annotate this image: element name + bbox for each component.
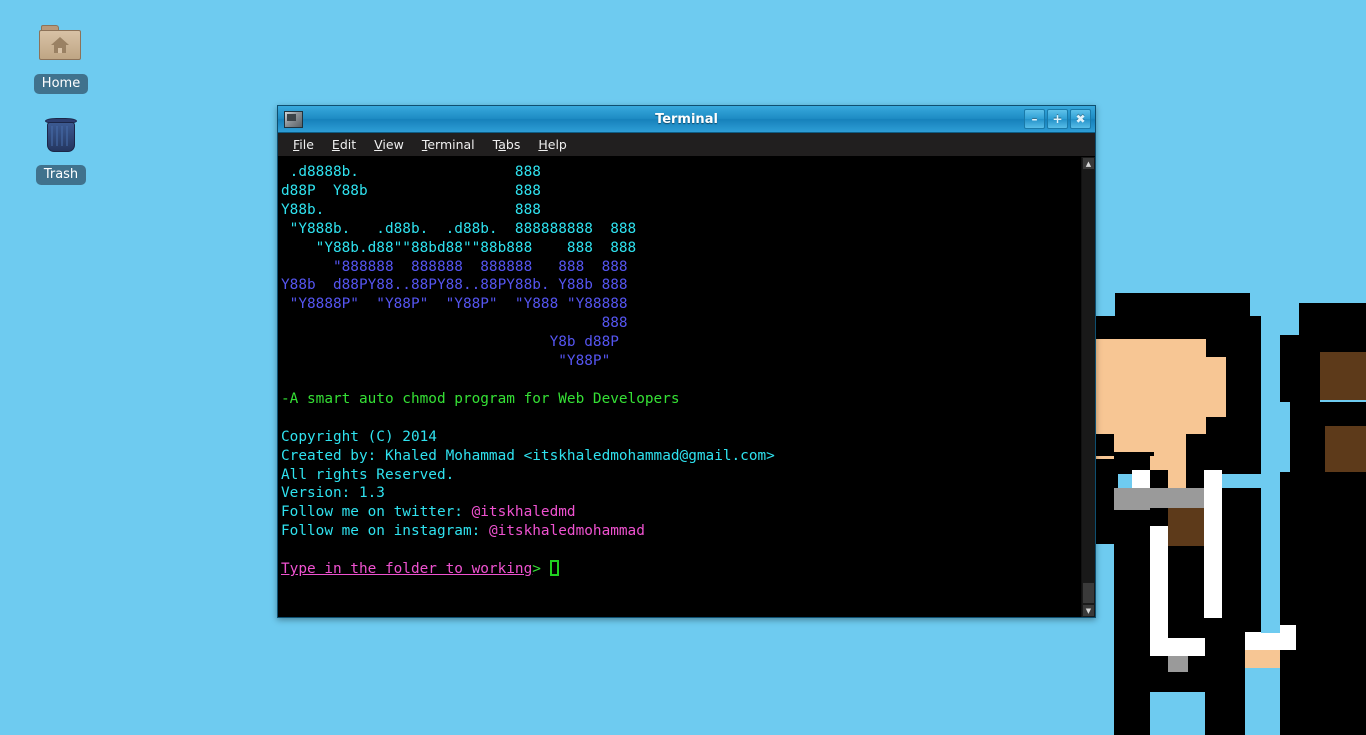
version-line: Version: 1.3: [281, 485, 385, 502]
terminal-output: .d8888b. 888 d88P Y88b 888 Y88b. 888 "Y8…: [281, 163, 1081, 579]
pixel-art-character-secondary: [1280, 280, 1366, 735]
trash-bin-icon: [38, 113, 84, 159]
desktop-icon-home-label: Home: [33, 74, 89, 94]
window-controls[interactable]: – + ✖: [1024, 109, 1091, 129]
author-line: Created by: Khaled Mohammad <itskhaledmo…: [281, 447, 775, 464]
scroll-down-arrow[interactable]: ▼: [1082, 604, 1095, 617]
menu-bar[interactable]: File Edit View Terminal Tabs Help: [278, 133, 1095, 156]
terminal-window[interactable]: Terminal – + ✖ File Edit View Terminal T…: [277, 105, 1096, 618]
menu-file[interactable]: File: [285, 135, 322, 155]
terminal-app-icon: [284, 110, 303, 128]
ascii-art-cyan: .d8888b. 888 d88P Y88b 888 Y88b. 888 "Y8…: [281, 164, 637, 256]
desktop-icon-home[interactable]: Home: [18, 22, 104, 94]
instagram-label: Follow me on instagram:: [281, 523, 489, 540]
desktop-icon-trash[interactable]: Trash: [18, 113, 104, 185]
prompt-symbol: >: [532, 561, 550, 578]
pixel-art-character-main: [1090, 280, 1335, 735]
scroll-up-arrow[interactable]: ▲: [1082, 157, 1095, 170]
rights-line: All rights Reserved.: [281, 466, 455, 483]
window-titlebar[interactable]: Terminal – + ✖: [278, 106, 1095, 133]
instagram-handle: @itskhaledmohammad: [488, 523, 645, 540]
scrollbar-thumb[interactable]: [1082, 582, 1095, 604]
menu-help[interactable]: Help: [530, 135, 575, 155]
tagline: -A smart auto chmod program for Web Deve…: [281, 390, 680, 407]
menu-view[interactable]: View: [366, 135, 412, 155]
scrollbar-track[interactable]: [1082, 170, 1095, 604]
copyright-line: Copyright (C) 2014: [281, 428, 437, 445]
maximize-button[interactable]: +: [1047, 109, 1068, 129]
terminal-scrollbar[interactable]: ▲ ▼: [1081, 157, 1095, 617]
menu-terminal[interactable]: Terminal: [414, 135, 483, 155]
close-button[interactable]: ✖: [1070, 109, 1091, 129]
terminal-area[interactable]: .d8888b. 888 d88P Y88b 888 Y88b. 888 "Y8…: [278, 156, 1095, 617]
menu-tabs[interactable]: Tabs: [485, 135, 529, 155]
twitter-handle: @itskhaledmd: [471, 504, 576, 521]
minimize-button[interactable]: –: [1024, 109, 1045, 129]
menu-edit[interactable]: Edit: [324, 135, 364, 155]
prompt-label: Type in the folder to working: [281, 561, 533, 578]
twitter-label: Follow me on twitter:: [281, 504, 472, 521]
desktop-icon-trash-label: Trash: [35, 165, 87, 185]
terminal-cursor[interactable]: [549, 560, 559, 577]
terminal-screen[interactable]: .d8888b. 888 d88P Y88b 888 Y88b. 888 "Y8…: [278, 157, 1081, 617]
window-title: Terminal: [655, 111, 718, 127]
ascii-art-blue: "888888 888888 888888 888 888 Y88b d88PY…: [281, 258, 628, 370]
folder-home-icon: [38, 22, 84, 68]
